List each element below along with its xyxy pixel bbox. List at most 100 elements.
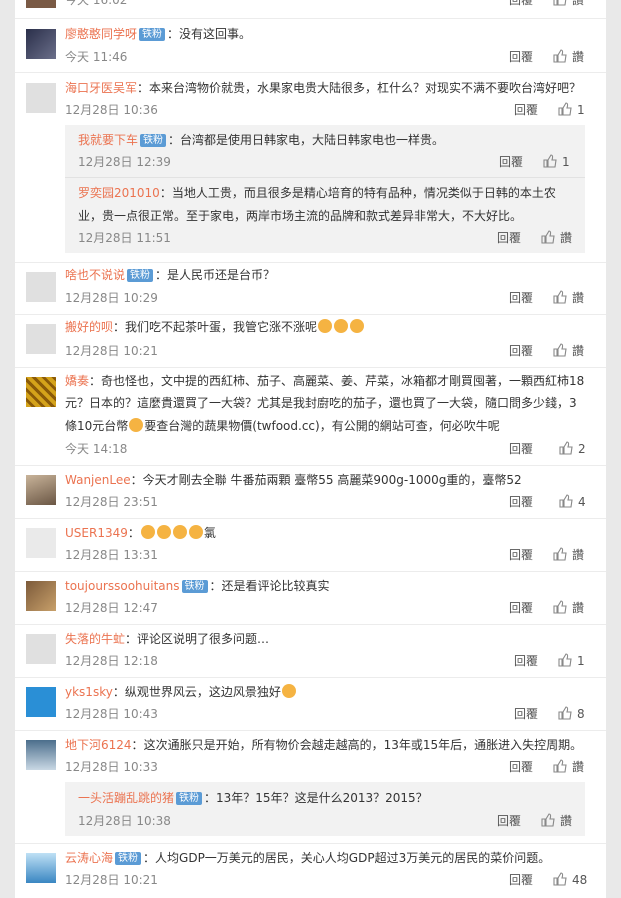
reply-button[interactable]: 回覆 xyxy=(509,441,533,457)
like-button[interactable]: 讚 xyxy=(553,600,584,616)
thumbs-up-icon xyxy=(553,547,567,561)
user-name-link[interactable]: 廖憨憨同学呀 xyxy=(65,27,137,41)
avatar[interactable] xyxy=(26,634,56,664)
avatar[interactable] xyxy=(26,475,56,505)
user-name-link[interactable]: USER1349 xyxy=(65,526,128,540)
avatar[interactable] xyxy=(26,528,56,558)
like-button[interactable]: 讚 xyxy=(553,759,584,775)
user-name-link[interactable]: 海口牙医吴军 xyxy=(65,81,137,95)
fan-badge[interactable]: 铁粉 xyxy=(139,28,166,41)
reply-button[interactable]: 回覆 xyxy=(497,230,521,246)
comment-text: 是人民币还是台币？ xyxy=(167,268,276,282)
divider xyxy=(65,177,585,178)
user-name-link[interactable]: 我就要下车 xyxy=(78,133,138,147)
avatar[interactable] xyxy=(26,83,56,113)
user-name-link[interactable]: 地下河6124 xyxy=(65,738,132,752)
reply-button[interactable]: 回覆 xyxy=(509,290,533,306)
fan-badge[interactable]: 铁粉 xyxy=(176,792,203,805)
user-name-link[interactable]: 云涛心海 xyxy=(65,851,113,865)
user-name-link[interactable]: 搬好的呗 xyxy=(65,320,113,334)
avatar[interactable] xyxy=(26,0,56,8)
comment-body: USER1349：氯 xyxy=(65,525,216,540)
avatar[interactable] xyxy=(26,581,56,611)
thumbs-up-icon xyxy=(553,872,567,886)
reply-button[interactable]: 回覆 xyxy=(509,494,533,510)
fan-badge[interactable]: 铁粉 xyxy=(115,852,142,865)
reply-time: 12月28日 10:38 xyxy=(78,814,171,828)
divider xyxy=(15,843,606,844)
fan-badge[interactable]: 铁粉 xyxy=(140,134,167,147)
comment-time: 12月28日 23:51 xyxy=(65,495,158,509)
comment-text: 我们吃不起茶叶蛋，我管它涨不涨呢 xyxy=(125,320,318,334)
comment-time: 12月28日 13:31 xyxy=(65,548,158,562)
reply-button[interactable]: 回覆 xyxy=(497,813,521,829)
thumbs-up-icon xyxy=(558,102,572,116)
like-button[interactable]: 48 xyxy=(553,872,587,888)
avatar[interactable] xyxy=(26,272,56,302)
comment-time: 12月28日 10:21 xyxy=(65,344,158,358)
comment-text: 今天才剛去全聯 牛番茄兩顆 臺幣55 高麗菜900g-1000g重的，臺幣52 xyxy=(142,473,522,487)
user-name-link[interactable]: 失落的牛虻 xyxy=(65,632,125,646)
like-button[interactable]: 讚 xyxy=(553,343,584,359)
avatar[interactable] xyxy=(26,377,56,407)
comment-text: 氯 xyxy=(203,526,216,540)
reply-text-continued: 业，贵一点很正常。至于家电，两岸市场主流的品牌和款式差异非常大，不大好比。 xyxy=(78,209,523,223)
reply-button[interactable]: 回覆 xyxy=(509,49,533,65)
comment-text: 评论区说明了很多问题… xyxy=(137,632,270,646)
thumbs-up-icon xyxy=(558,653,572,667)
reply-button[interactable]: 回覆 xyxy=(514,706,538,722)
reply-button[interactable]: 回覆 xyxy=(509,0,533,8)
thumbs-up-icon xyxy=(541,230,555,244)
like-button[interactable]: 讚 xyxy=(541,230,572,246)
like-button[interactable]: 2 xyxy=(559,441,586,457)
like-button[interactable]: 1 xyxy=(543,154,570,170)
like-button[interactable]: 1 xyxy=(558,653,585,669)
like-button[interactable]: 讚 xyxy=(553,0,584,8)
reply-body: 罗奕园201010：当地人工贵，而且很多是精心培育的特有品种，情况类似于日韩的本… xyxy=(78,186,556,200)
like-button[interactable]: 4 xyxy=(559,494,586,510)
avatar[interactable] xyxy=(26,29,56,59)
emoji-icon xyxy=(156,525,171,539)
user-name-link[interactable]: 一头活蹦乱跳的猪 xyxy=(78,791,174,805)
user-name-link[interactable]: toujourssoohuitans xyxy=(65,579,180,593)
emoji-icon xyxy=(129,418,144,432)
avatar[interactable] xyxy=(26,853,56,883)
emoji-icon xyxy=(281,684,296,698)
reply-button[interactable]: 回覆 xyxy=(509,600,533,616)
fan-badge[interactable]: 铁粉 xyxy=(181,580,208,593)
avatar[interactable] xyxy=(26,740,56,770)
comment-body: 搬好的呗：我们吃不起茶叶蛋，我管它涨不涨呢 xyxy=(65,319,365,335)
like-button[interactable]: 1 xyxy=(558,102,585,118)
user-name-link[interactable]: yks1sky xyxy=(65,685,113,699)
comment-body: 廖憨憨同学呀 铁粉 ：没有这回事。 xyxy=(65,27,252,41)
like-button[interactable]: 8 xyxy=(558,706,585,722)
reply-button[interactable]: 回覆 xyxy=(514,102,538,118)
like-button[interactable]: 讚 xyxy=(553,547,584,563)
user-name-link[interactable]: 嬌奏 xyxy=(65,374,89,388)
reply-button[interactable]: 回覆 xyxy=(499,154,523,170)
fan-badge[interactable]: 铁粉 xyxy=(127,269,154,282)
like-button[interactable]: 讚 xyxy=(541,813,572,829)
emoji-icon xyxy=(172,525,187,539)
reply-button[interactable]: 回覆 xyxy=(509,872,533,888)
comment-item: 今天 16:02 回覆 讚 xyxy=(15,0,606,18)
thumbs-up-icon xyxy=(553,343,567,357)
divider xyxy=(15,465,606,466)
like-button[interactable]: 讚 xyxy=(553,290,584,306)
reply-button[interactable]: 回覆 xyxy=(509,547,533,563)
reply-button[interactable]: 回覆 xyxy=(509,343,533,359)
comment-body: yks1sky：纵观世界风云，这边风景独好 xyxy=(65,684,297,700)
thumbs-up-icon xyxy=(558,706,572,720)
comment-panel: 今天 16:02 回覆 讚 廖憨憨同学呀 铁粉 ：没有这回事。 今天 11:46 回… xyxy=(15,0,606,898)
comment-time: 今天 14:18 xyxy=(65,442,128,456)
reply-text: 台湾都是使用日韩家电，大陆日韩家电也一样贵。 xyxy=(180,133,445,147)
user-name-link[interactable]: 罗奕园201010 xyxy=(78,186,160,200)
avatar[interactable] xyxy=(26,324,56,354)
reply-button[interactable]: 回覆 xyxy=(514,653,538,669)
user-name-link[interactable]: WanjenLee xyxy=(65,473,131,487)
divider xyxy=(15,262,606,263)
avatar[interactable] xyxy=(26,687,56,717)
user-name-link[interactable]: 啥也不说说 xyxy=(65,268,125,282)
like-button[interactable]: 讚 xyxy=(553,49,584,65)
reply-button[interactable]: 回覆 xyxy=(509,759,533,775)
